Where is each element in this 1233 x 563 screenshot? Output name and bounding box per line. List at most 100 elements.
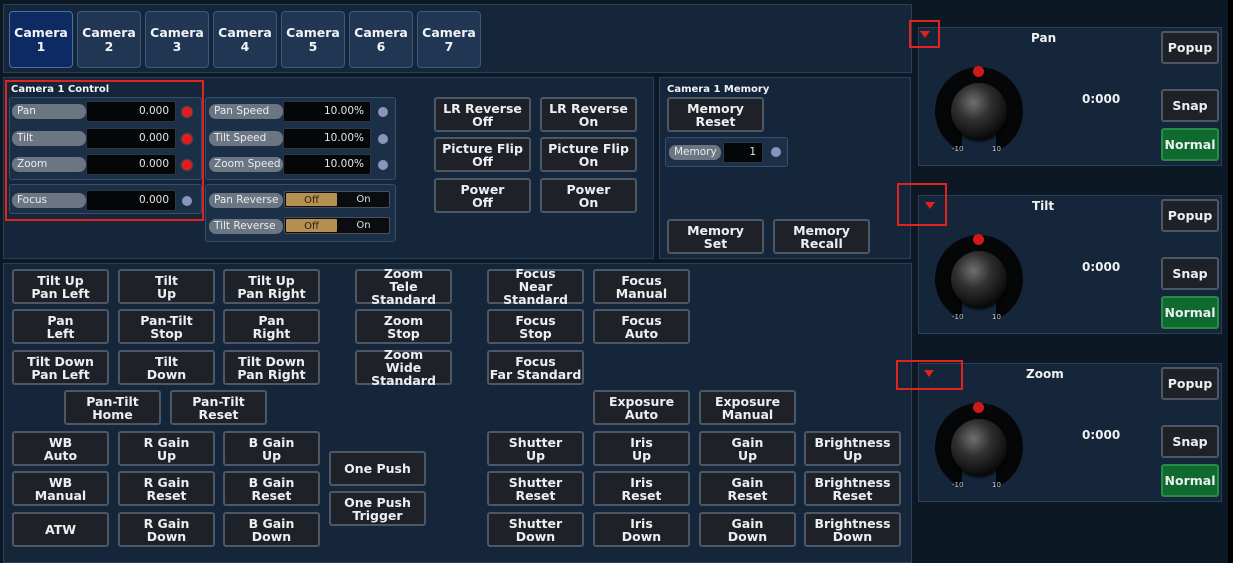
pan-snap-button[interactable]: Snap (1161, 89, 1219, 122)
tilt-normal-button[interactable]: Normal (1161, 296, 1219, 329)
pan-joystick-value: 0:000 (1082, 92, 1121, 106)
shutter-down-button[interactable]: Shutter Down (487, 512, 584, 547)
zoom-snap-button[interactable]: Snap (1161, 425, 1219, 458)
pan-reverse-on-option[interactable]: On (338, 192, 389, 207)
iris-down-button[interactable]: Iris Down (593, 512, 690, 547)
picture-flip-off-button[interactable]: Picture Flip Off (434, 137, 531, 172)
tilt-reverse-on-option[interactable]: On (338, 218, 389, 233)
picture-flip-on-button[interactable]: Picture Flip On (540, 137, 637, 172)
zoom-wide-standard-button[interactable]: Zoom Wide Standard (355, 348, 452, 387)
tilt-up-pan-left-button[interactable]: Tilt Up Pan Left (12, 269, 109, 304)
focus-stop-button[interactable]: Focus Stop (487, 309, 584, 344)
tab-camera-2[interactable]: Camera 2 (77, 11, 141, 68)
brightness-reset-button[interactable]: Brightness Reset (804, 471, 901, 506)
focus-auto-button[interactable]: Focus Auto (593, 309, 690, 344)
lr-reverse-on-button[interactable]: LR Reverse On (540, 97, 637, 132)
tilt-speed-field[interactable]: 10.00% (283, 128, 371, 149)
brightness-down-button[interactable]: Brightness Down (804, 512, 901, 547)
atw-button[interactable]: ATW (12, 512, 109, 547)
pan-right-button[interactable]: Pan Right (223, 309, 320, 344)
tilt-joystick-knob[interactable] (951, 251, 1007, 307)
zoom-joystick-knob[interactable] (951, 419, 1007, 475)
pan-left-button[interactable]: Pan Left (12, 309, 109, 344)
pan-reverse-off-option[interactable]: Off (286, 193, 337, 206)
zoom-speed-label: Zoom Speed (209, 157, 283, 172)
tilt-down-pan-right-button[interactable]: Tilt Down Pan Right (223, 350, 320, 385)
zoom-tele-standard-button[interactable]: Zoom Tele Standard (355, 267, 452, 306)
zoom-min-tick: -10 (952, 481, 964, 489)
gain-up-button[interactable]: Gain Up (699, 431, 796, 466)
shutter-up-button[interactable]: Shutter Up (487, 431, 584, 466)
pan-tilt-reset-button[interactable]: Pan-Tilt Reset (170, 390, 267, 425)
zoom-dropdown-marker[interactable] (896, 360, 963, 390)
pan-tilt-home-button[interactable]: Pan-Tilt Home (64, 390, 161, 425)
caret-down-icon (924, 370, 934, 377)
memory-reset-button[interactable]: Memory Reset (667, 97, 764, 132)
tilt-down-pan-left-button[interactable]: Tilt Down Pan Left (12, 350, 109, 385)
lr-reverse-off-button[interactable]: LR Reverse Off (434, 97, 531, 132)
tilt-down-button[interactable]: Tilt Down (118, 350, 215, 385)
pan-reverse-toggle[interactable]: Off On (284, 191, 390, 208)
shutter-reset-button[interactable]: Shutter Reset (487, 471, 584, 506)
tilt-dropdown-marker[interactable] (897, 183, 947, 226)
r-gain-down-button[interactable]: R Gain Down (118, 512, 215, 547)
tilt-joystick-dot (973, 234, 984, 245)
zoom-normal-button[interactable]: Normal (1161, 464, 1219, 497)
tab-camera-5[interactable]: Camera 5 (281, 11, 345, 68)
iris-reset-button[interactable]: Iris Reset (593, 471, 690, 506)
tab-camera-1[interactable]: Camera 1 (9, 11, 73, 68)
tilt-joystick-title: Tilt (1032, 199, 1055, 213)
one-push-trigger-button[interactable]: One Push Trigger (329, 491, 426, 526)
iris-up-button[interactable]: Iris Up (593, 431, 690, 466)
tab-camera-4[interactable]: Camera 4 (213, 11, 277, 68)
memory-value-field[interactable]: 1 (723, 142, 763, 163)
pan-joystick-knob[interactable] (951, 83, 1007, 139)
tilt-up-button[interactable]: Tilt Up (118, 269, 215, 304)
r-gain-reset-button[interactable]: R Gain Reset (118, 471, 215, 506)
zoom-speed-field[interactable]: 10.00% (283, 154, 371, 175)
exposure-manual-button[interactable]: Exposure Manual (699, 390, 796, 425)
one-push-button[interactable]: One Push (329, 451, 426, 486)
b-gain-up-button[interactable]: B Gain Up (223, 431, 320, 466)
gain-down-button[interactable]: Gain Down (699, 512, 796, 547)
pan-max-tick: 10 (992, 145, 1001, 153)
tab-bar: Camera 1 Camera 2 Camera 3 Camera 4 Came… (3, 4, 912, 73)
tilt-up-pan-right-button[interactable]: Tilt Up Pan Right (223, 269, 320, 304)
zoom-popup-button[interactable]: Popup (1161, 367, 1219, 400)
memory-label: Memory (669, 145, 721, 160)
brightness-up-button[interactable]: Brightness Up (804, 431, 901, 466)
tilt-reverse-off-option[interactable]: Off (286, 219, 337, 232)
b-gain-down-button[interactable]: B Gain Down (223, 512, 320, 547)
gain-reset-button[interactable]: Gain Reset (699, 471, 796, 506)
tilt-max-tick: 10 (992, 313, 1001, 321)
tilt-joystick-value: 0:000 (1082, 260, 1121, 274)
tilt-popup-button[interactable]: Popup (1161, 199, 1219, 232)
b-gain-reset-button[interactable]: B Gain Reset (223, 471, 320, 506)
zoom-speed-indicator (378, 160, 388, 170)
focus-far-standard-button[interactable]: Focus Far Standard (487, 350, 584, 385)
wb-auto-button[interactable]: WB Auto (12, 431, 109, 466)
pan-tilt-stop-button[interactable]: Pan-Tilt Stop (118, 309, 215, 344)
memory-set-button[interactable]: Memory Set (667, 219, 764, 254)
pan-speed-indicator (378, 107, 388, 117)
focus-manual-button[interactable]: Focus Manual (593, 269, 690, 304)
focus-near-standard-button[interactable]: Focus Near Standard (487, 267, 584, 306)
zoom-stop-button[interactable]: Zoom Stop (355, 309, 452, 344)
tab-camera-7[interactable]: Camera 7 (417, 11, 481, 68)
memory-recall-button[interactable]: Memory Recall (773, 219, 870, 254)
exposure-auto-button[interactable]: Exposure Auto (593, 390, 690, 425)
tilt-reverse-toggle[interactable]: Off On (284, 217, 390, 234)
power-on-button[interactable]: Power On (540, 178, 637, 213)
wb-manual-button[interactable]: WB Manual (12, 471, 109, 506)
tilt-snap-button[interactable]: Snap (1161, 257, 1219, 290)
pan-joystick-title: Pan (1031, 31, 1057, 45)
tab-camera-3[interactable]: Camera 3 (145, 11, 209, 68)
pan-dropdown-marker[interactable] (909, 20, 940, 48)
r-gain-up-button[interactable]: R Gain Up (118, 431, 215, 466)
power-off-button[interactable]: Power Off (434, 178, 531, 213)
pan-normal-button[interactable]: Normal (1161, 128, 1219, 161)
pan-popup-button[interactable]: Popup (1161, 31, 1219, 64)
tab-camera-6[interactable]: Camera 6 (349, 11, 413, 68)
pan-speed-field[interactable]: 10.00% (283, 101, 371, 122)
tilt-reverse-label: Tilt Reverse (209, 219, 283, 234)
